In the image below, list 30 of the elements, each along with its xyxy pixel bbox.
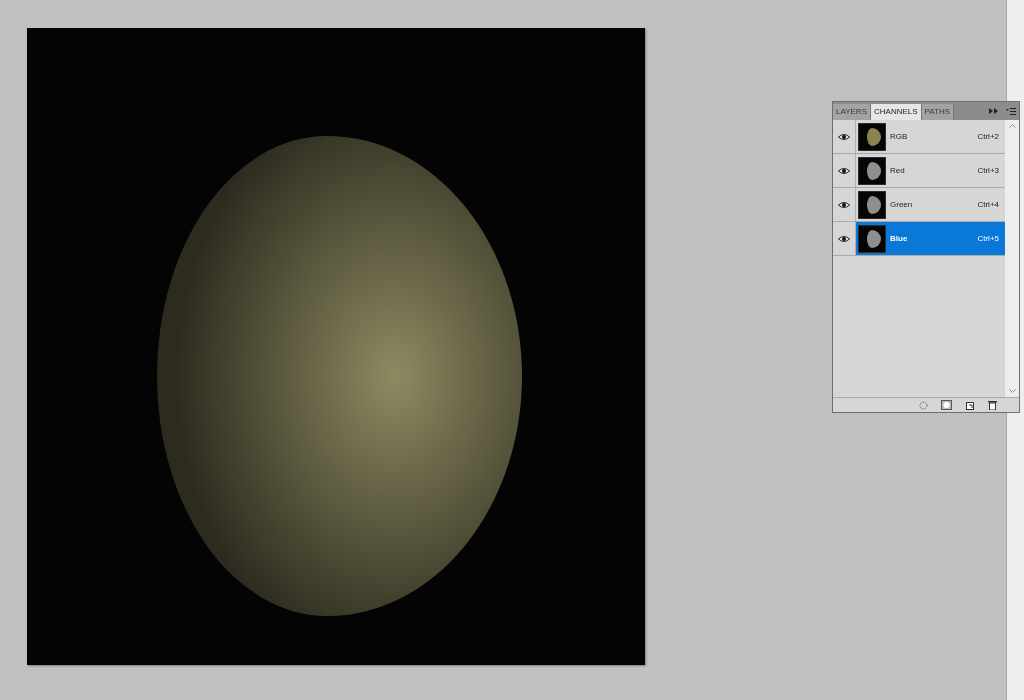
panel-tab[interactable]: PATHS: [921, 104, 955, 120]
caret-up-icon[interactable]: [1008, 124, 1016, 128]
moon-thumbnail: [858, 156, 886, 185]
eye-icon[interactable]: [838, 166, 850, 175]
new-channel-icon[interactable]: [965, 400, 975, 410]
channel-name: RGB: [890, 132, 909, 141]
channel-name: Green: [890, 200, 914, 209]
moon-thumbnail: [858, 122, 886, 151]
eye-icon[interactable]: [838, 200, 850, 209]
eye-icon[interactable]: [838, 234, 850, 243]
trash-icon[interactable]: [988, 400, 997, 410]
channel-shortcut: Ctrl+2: [977, 132, 1000, 141]
channel-shortcut: Ctrl+4: [977, 200, 1000, 209]
caret-down-icon[interactable]: [1008, 389, 1016, 393]
double-arrow-icon[interactable]: [989, 108, 998, 114]
moon-thumbnail: [858, 190, 886, 219]
channel-name: Blue: [890, 234, 909, 243]
moon-thumbnail: [858, 224, 886, 253]
panel-scrollbar[interactable]: [1005, 120, 1019, 397]
channel-row[interactable]: Red Ctrl+3: [833, 154, 1005, 188]
channel-shortcut: Ctrl+3: [977, 166, 1000, 175]
mask-icon[interactable]: [941, 400, 952, 410]
channel-row[interactable]: RGB Ctrl+2: [833, 120, 1005, 154]
dotted-circle-icon[interactable]: [919, 400, 928, 410]
channel-name: Red: [890, 166, 906, 175]
panel-tab[interactable]: CHANNELS: [871, 104, 922, 120]
channel-shortcut: Ctrl+5: [977, 234, 1000, 243]
menu-icon[interactable]: [1006, 108, 1016, 115]
panel-tab[interactable]: LAYERS: [833, 104, 871, 120]
eye-icon[interactable]: [838, 132, 850, 141]
